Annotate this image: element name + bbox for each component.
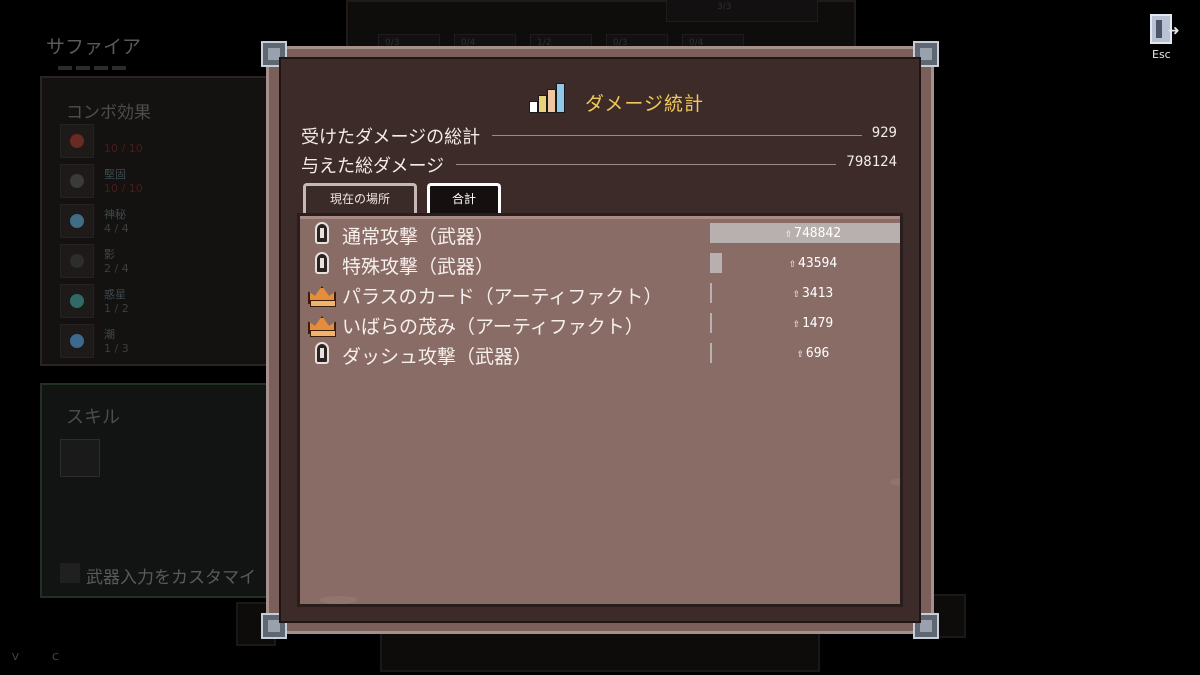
damage-value: ⇧ 3413 <box>792 286 834 301</box>
skill-panel: スキル 武器入力をカスタマイ <box>40 383 272 598</box>
combo-item-name: 神秘 <box>104 208 126 221</box>
exit-arrow-icon: ➜ <box>1168 23 1180 39</box>
damage-value: ⇧ 696 <box>796 346 830 361</box>
combo-item-name: 潮 <box>104 328 115 341</box>
character-level-dots <box>58 66 126 70</box>
damage-value: ⇧ 1479 <box>792 316 834 331</box>
character-name: サファイア <box>46 36 142 58</box>
combo-item: 10 / 10 <box>60 124 260 160</box>
damage-source-name: 特殊攻撃（武器） <box>342 256 495 278</box>
combo-item: 神秘 4 / 4 <box>60 204 260 240</box>
combo-item-name: 堅固 <box>104 168 126 181</box>
combo-item-count: 2 / 4 <box>104 262 129 275</box>
damage-dealt-label: 与えた総ダメージ <box>301 152 457 178</box>
crown-icon <box>308 312 336 337</box>
tab-total[interactable]: 合計 <box>427 183 501 213</box>
skill-title: スキル <box>66 407 120 428</box>
damage-bar: ⇧ 1479 <box>710 313 900 333</box>
damage-source-name: 通常攻撃（武器） <box>342 226 495 248</box>
damage-glyph-icon: ⇧ <box>792 316 800 330</box>
damage-row: 通常攻撃（武器） ⇧ 748842 <box>300 220 900 248</box>
top-counter: 3/3 <box>666 0 818 22</box>
damage-row: ダッシュ攻撃（武器） ⇧ 696 <box>300 340 900 368</box>
damage-bar: ⇧ 3413 <box>710 283 900 303</box>
damage-dealt-value: 798124 <box>836 154 897 170</box>
damage-stats-dialog: ダメージ統計 受けたダメージの総計 929 与えた総ダメージ 798124 現在… <box>261 41 939 639</box>
damage-source-name: パラスのカード（アーティファクト） <box>342 286 663 308</box>
damage-taken-label: 受けたダメージの総計 <box>301 123 493 149</box>
skill-slot[interactable] <box>60 439 100 477</box>
key-hint-v: V <box>12 652 19 663</box>
damage-taken-value: 929 <box>861 125 897 141</box>
combo-item-count: 10 / 10 <box>104 182 143 195</box>
key-hint-c: C <box>52 652 59 663</box>
combo-item: 堅固 10 / 10 <box>60 164 260 200</box>
damage-glyph-icon: ⇧ <box>788 256 797 270</box>
dialog-body: ダメージ統計 受けたダメージの総計 929 与えた総ダメージ 798124 現在… <box>279 57 921 623</box>
damage-row: パラスのカード（アーティファクト） ⇧ 3413 <box>300 280 900 308</box>
sword-icon <box>310 252 334 276</box>
damage-glyph-icon: ⇧ <box>784 226 793 240</box>
damage-taken-row: 受けたダメージの総計 929 <box>301 123 897 149</box>
sword-icon <box>310 222 334 246</box>
damage-glyph-icon: ⇧ <box>792 286 800 300</box>
esc-button[interactable]: ➜ Esc <box>1146 12 1182 64</box>
esc-label: Esc <box>1152 48 1171 61</box>
damage-source-list: 通常攻撃（武器） ⇧ 748842 特殊攻撃（武器） ⇧ 43594 パラスのカード（アーテ… <box>297 213 903 607</box>
combo-item-count: 1 / 3 <box>104 342 129 355</box>
combo-item-count: 10 / 10 <box>104 142 143 155</box>
planet-icon <box>60 284 94 318</box>
customize-label: 武器入力をカスタマイ <box>86 568 256 588</box>
sword-icon <box>310 342 334 366</box>
tab-current-location[interactable]: 現在の場所 <box>303 183 417 213</box>
combo-item-count: 1 / 2 <box>104 302 129 315</box>
star-icon <box>60 204 94 238</box>
damage-bar: ⇧ 696 <box>710 343 900 363</box>
damage-source-name: いばらの茂み（アーティファクト） <box>342 316 644 338</box>
combo-item: 潮1 / 3 <box>60 324 260 360</box>
damage-row: 特殊攻撃（武器） ⇧ 43594 <box>300 250 900 278</box>
combo-item-name: 惑星 <box>104 288 126 301</box>
bar-chart-icon <box>529 83 569 113</box>
red-crest-icon <box>60 124 94 158</box>
damage-bar: ⇧ 43594 <box>710 253 900 273</box>
shadow-icon <box>60 244 94 278</box>
combo-item: 影2 / 4 <box>60 244 260 280</box>
damage-row: いばらの茂み（アーティファクト） ⇧ 1479 <box>300 310 900 338</box>
damage-source-name: ダッシュ攻撃（武器） <box>342 346 533 368</box>
damage-value: ⇧ 748842 <box>784 226 842 241</box>
damage-bar: ⇧ 748842 <box>710 223 900 243</box>
damage-dealt-row: 与えた総ダメージ 798124 <box>301 152 897 178</box>
damage-glyph-icon: ⇧ <box>796 346 804 360</box>
damage-value: ⇧ 43594 <box>788 256 838 271</box>
customize-checkbox[interactable] <box>60 563 80 583</box>
dialog-header: ダメージ統計 <box>281 77 919 117</box>
combo-item: 惑星 1 / 2 <box>60 284 260 320</box>
combo-item-count: 4 / 4 <box>104 222 129 235</box>
crown-icon <box>308 282 336 307</box>
combo-item-name: 影 <box>104 248 115 261</box>
shield-icon <box>60 164 94 198</box>
dialog-title: ダメージ統計 <box>585 93 705 115</box>
combo-effects-panel: コンボ効果 10 / 10 堅固 10 / 10 神秘 4 / 4影2 / 4 惑星 1 /… <box>40 76 272 366</box>
drop-icon <box>60 324 94 358</box>
combo-title: コンボ効果 <box>66 103 151 123</box>
